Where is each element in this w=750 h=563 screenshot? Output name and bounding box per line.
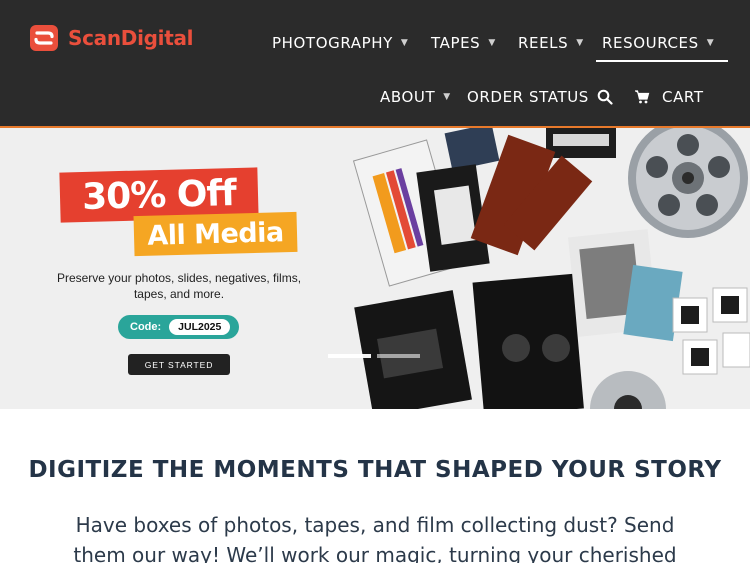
chevron-down-icon: ▼ [488,38,496,48]
nav-order-status[interactable]: ORDER STATUS [467,88,613,106]
chevron-down-icon: ▼ [576,38,584,48]
site-header: ScanDigital PHOTOGRAPHY ▼ TAPES ▼ REELS … [0,0,750,128]
nav-reels[interactable]: REELS ▼ [518,34,584,52]
chevron-down-icon: ▼ [706,38,715,48]
promo-subheadline: All Media [133,211,298,257]
carousel-indicators [328,354,420,358]
carousel-dot-1[interactable] [328,354,371,358]
search-icon[interactable] [597,89,613,105]
section-body-text: Have boxes of photos, tapes, and film co… [73,513,677,563]
nav-order-status-label: ORDER STATUS [467,88,589,106]
promo-code-badge: Code: JUL2025 [118,315,239,339]
chevron-down-icon: ▼ [400,38,409,48]
hero-banner: 30% Off All Media Preserve your photos, … [0,128,750,409]
promo-code-label: Code: [130,321,162,333]
nav-photography-label: PHOTOGRAPHY [272,34,393,52]
brand-name: ScanDigital [68,26,194,50]
nav-about[interactable]: ABOUT ▼ [380,88,451,106]
get-started-button[interactable]: GET STARTED [128,354,230,375]
nav-about-label: ABOUT [380,88,436,106]
scandigital-logo-icon [30,25,58,51]
section-headline: DIGITIZE THE MOMENTS THAT SHAPED YOUR ST… [28,457,722,483]
nav-tapes[interactable]: TAPES ▼ [431,34,496,52]
nav-cart-label: CART [662,88,704,106]
cart-icon [635,90,650,104]
nav-photography[interactable]: PHOTOGRAPHY ▼ [272,34,408,52]
nav-resources-label: RESOURCES [602,34,699,52]
nav-resources[interactable]: RESOURCES ▼ [595,34,729,62]
nav-tapes-label: TAPES [431,34,481,52]
media-collage-image [352,128,750,409]
logo-link[interactable]: ScanDigital [28,22,194,54]
nav-reels-label: REELS [518,34,569,52]
chevron-down-icon: ▼ [443,92,451,102]
hero-subtitle: Preserve your photos, slides, negatives,… [56,271,302,301]
nav-cart[interactable]: CART [634,88,704,106]
carousel-dot-2[interactable] [377,354,420,358]
promo-code-value: JUL2025 [169,319,231,335]
